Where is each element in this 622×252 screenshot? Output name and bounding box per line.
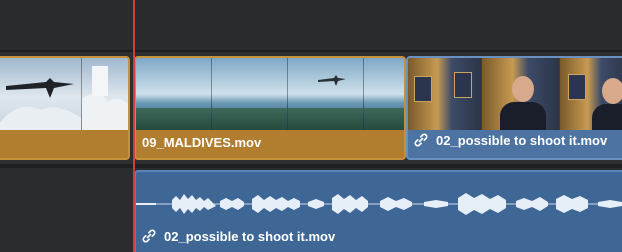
link-icon bbox=[142, 229, 156, 246]
clip-name: 09_MALDIVES.mov bbox=[142, 135, 262, 150]
thumbnail-ocean bbox=[364, 58, 404, 130]
clip-name-text: 02_possible to shoot it.mov bbox=[436, 133, 608, 148]
thumbnail-ocean bbox=[288, 58, 364, 130]
clip-name: 02_possible to shoot it.mov bbox=[142, 229, 335, 246]
thumbnail-interview bbox=[408, 58, 482, 130]
audio-waveform bbox=[136, 193, 622, 215]
clip-thumbnails bbox=[0, 58, 128, 130]
thumbnail-interview bbox=[560, 58, 622, 130]
thumbnail-interview bbox=[482, 58, 560, 130]
video-clip-left[interactable] bbox=[0, 56, 130, 160]
thumbnail-ocean bbox=[212, 58, 288, 130]
clip-name: 02_possible to shoot it.mov bbox=[414, 133, 607, 150]
link-icon bbox=[414, 133, 428, 150]
clip-thumbnails bbox=[408, 58, 622, 130]
playhead[interactable] bbox=[133, 0, 135, 252]
video-clip-maldives[interactable]: 09_MALDIVES.mov bbox=[134, 56, 406, 160]
clip-name-text: 02_possible to shoot it.mov bbox=[164, 229, 336, 244]
audio-clip-possible-to-shoot[interactable]: 02_possible to shoot it.mov bbox=[134, 170, 622, 252]
thumbnail-clouds bbox=[82, 58, 128, 130]
thumbnail-airplane bbox=[0, 58, 82, 130]
timeline[interactable]: 09_MALDIVES.mov 02_possible to shoot it.… bbox=[0, 0, 622, 252]
thumbnail-ocean bbox=[136, 58, 212, 130]
clip-thumbnails bbox=[136, 58, 404, 130]
video-clip-possible-to-shoot[interactable]: 02_possible to shoot it.mov bbox=[406, 56, 622, 160]
timeline-ruler[interactable] bbox=[0, 0, 622, 50]
